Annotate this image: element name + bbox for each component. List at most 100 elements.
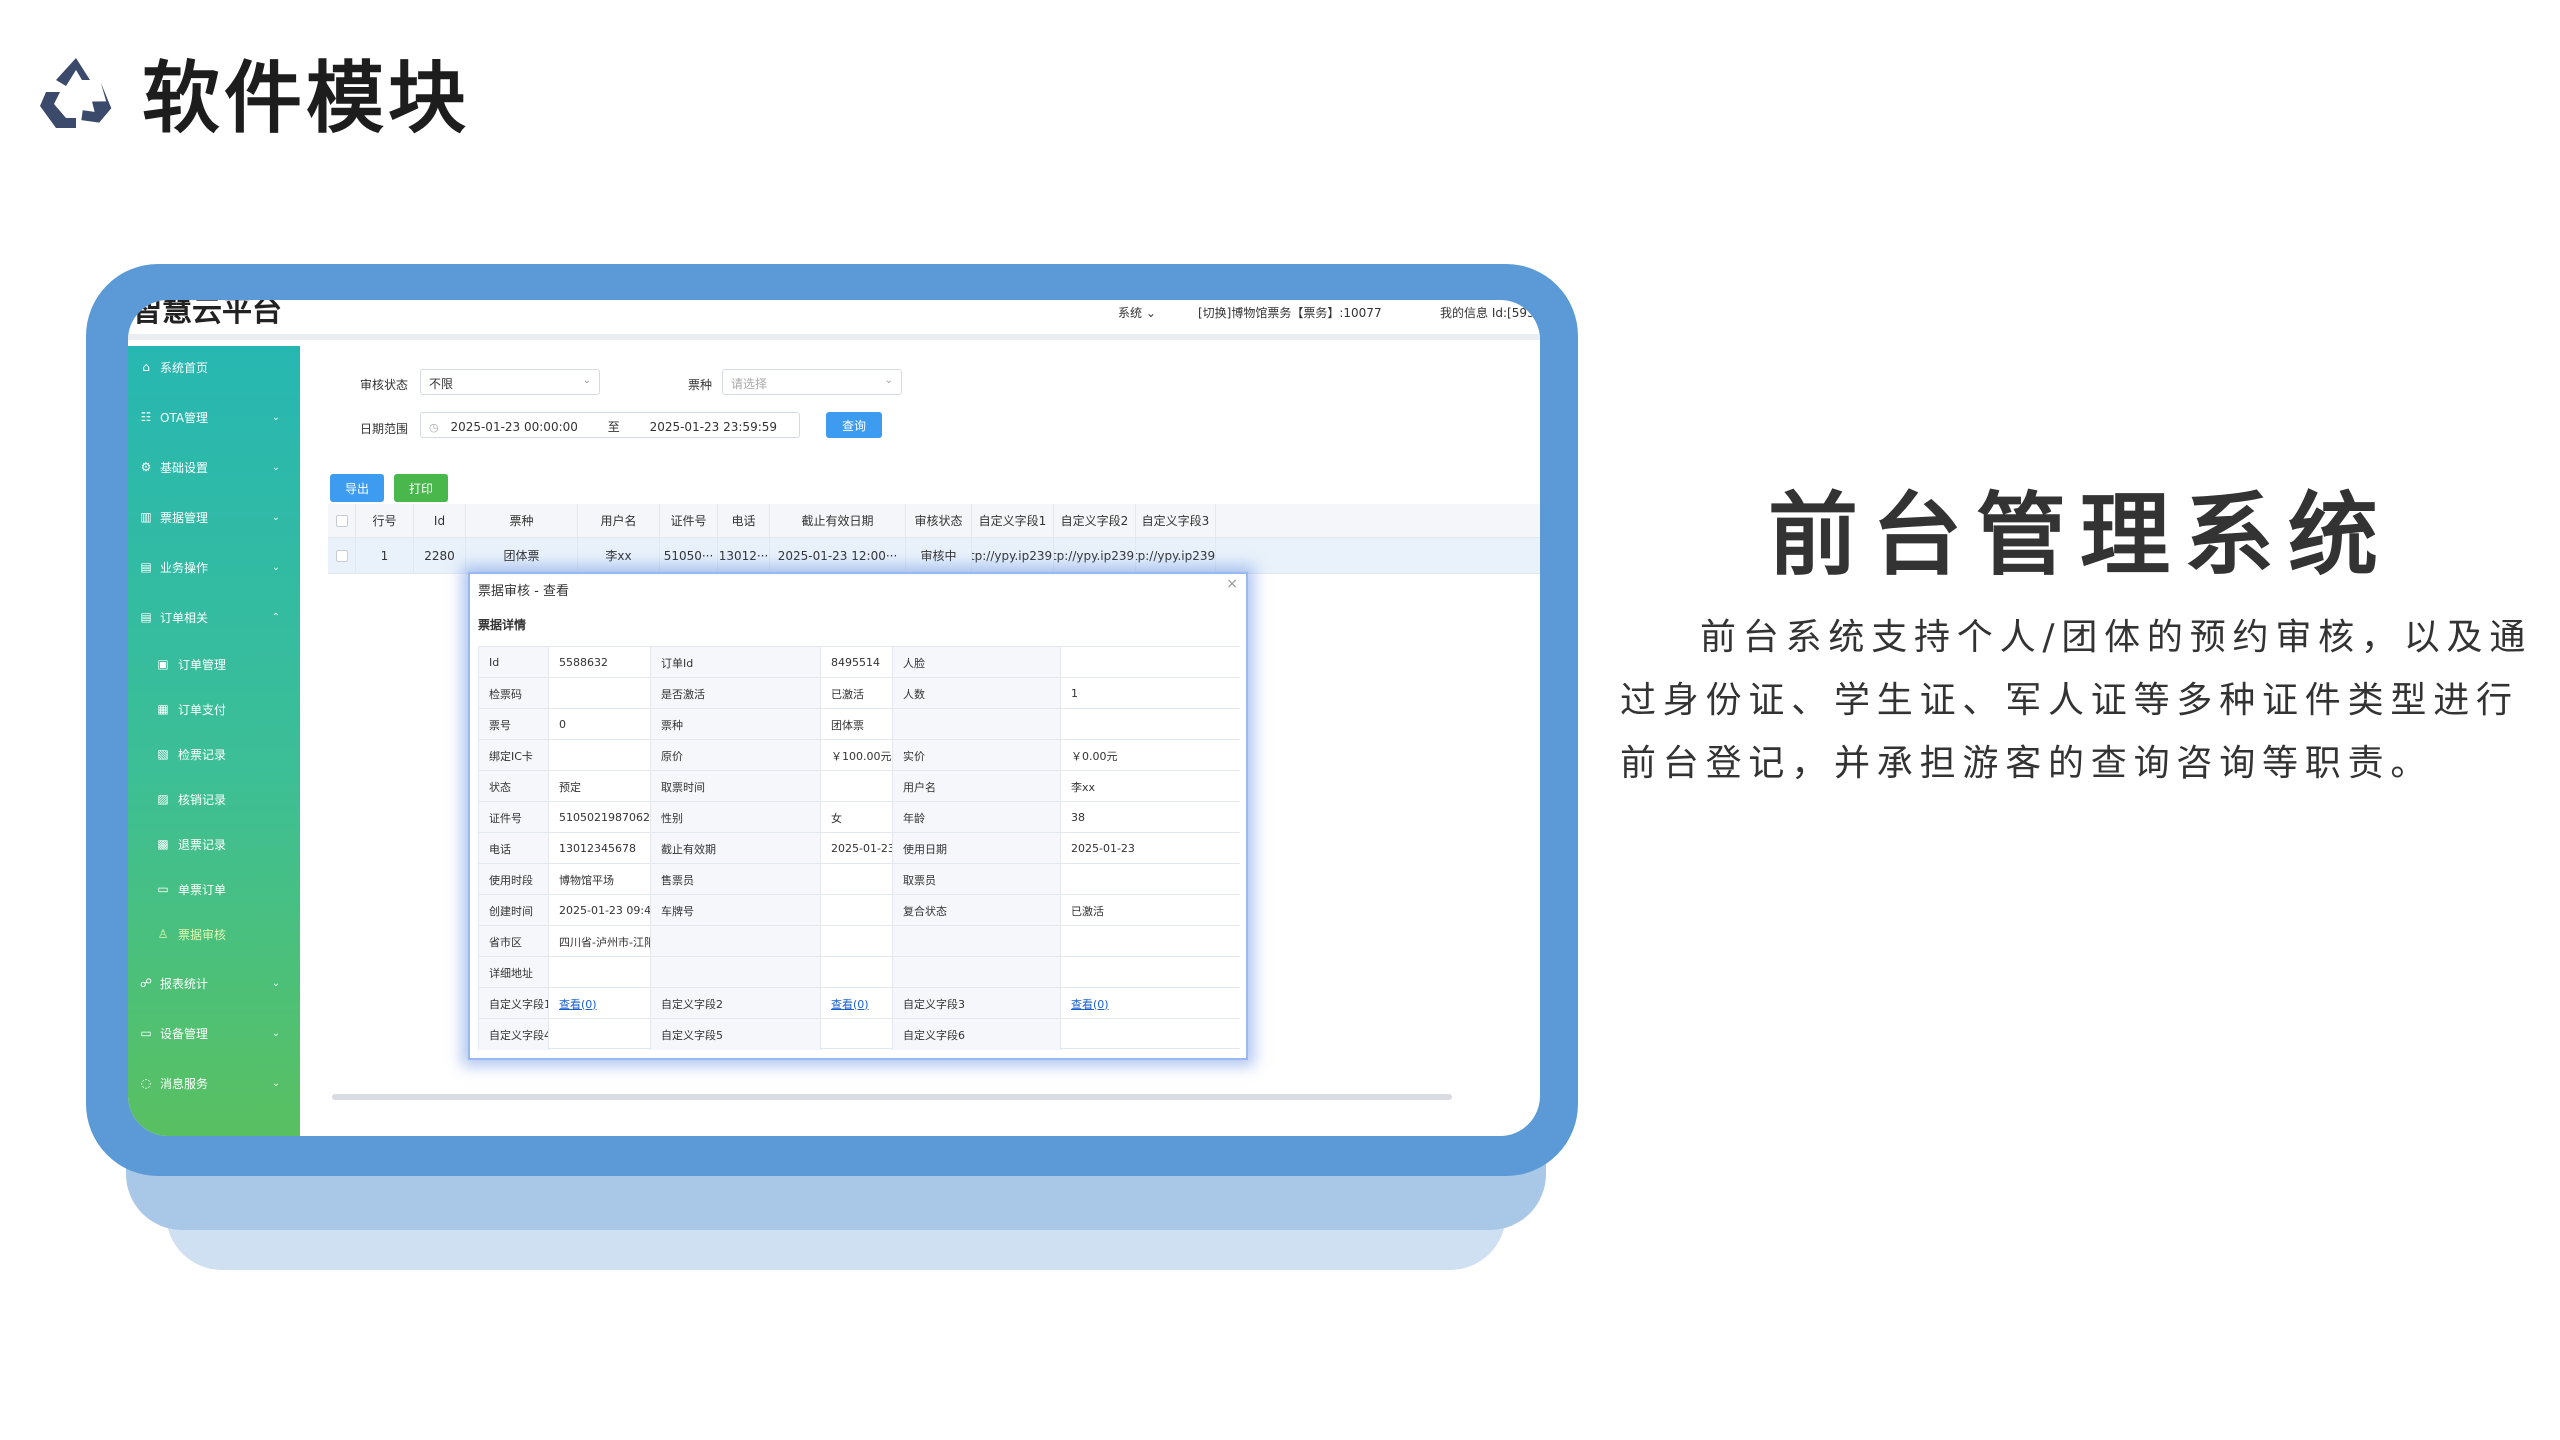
sidebar-subitem[interactable]: ▩ 退票记录	[154, 830, 300, 858]
checkbox[interactable]	[335, 549, 348, 562]
date-range-input[interactable]: ◷ 2025-01-23 00:00:00 至 2025-01-23 23:59…	[420, 412, 800, 438]
column-header[interactable]: Id	[414, 504, 466, 537]
detail-value: 38	[1060, 802, 1240, 833]
column-header[interactable]: 自定义字段1	[972, 504, 1054, 537]
checkbox[interactable]	[335, 514, 348, 527]
sidebar-subitem-label: 检票记录	[178, 747, 227, 762]
chevron-icon: ⌄	[271, 411, 280, 423]
detail-key: 人脸	[892, 647, 1060, 678]
close-icon[interactable]: ×	[1226, 576, 1238, 592]
detail-row: 绑定IC卡 原价 ￥100.00元 实价 ￥0.00元	[478, 739, 1240, 771]
sidebar-item[interactable]: ⌂ 系统首页	[128, 352, 300, 382]
detail-row: 使用时段 博物馆平场 售票员 取票员	[478, 863, 1240, 895]
sidebar-subitem[interactable]: ▦ 订单支付	[154, 695, 300, 723]
my-info-link[interactable]: 我的信息 Id:[593	[1440, 304, 1535, 321]
horizontal-scrollbar[interactable]	[332, 1094, 1452, 1100]
chevron-icon: ⌄	[271, 977, 280, 989]
detail-value[interactable]: 查看(0)	[548, 988, 650, 1019]
column-header[interactable]: 自定义字段2	[1054, 504, 1136, 537]
table-row[interactable]: 1 2280 团体票 李xx 51050··· 13012··· 2025-01-23 12…	[328, 538, 1540, 574]
query-button[interactable]: 查询	[826, 412, 882, 438]
detail-row: 状态 预定 取票时间 用户名 李xx	[478, 770, 1240, 802]
detail-value	[548, 1019, 650, 1050]
detail-value: 510502198706240441	[548, 802, 650, 833]
date-separator: 至	[607, 420, 620, 434]
detail-key: 用户名	[892, 771, 1060, 802]
sidebar-subitem-label: 核销记录	[178, 792, 227, 807]
app-screenshot: 智慧云平台 系统 ⌄ [切换]博物馆票务【票务】:10077 我的信息 Id:[…	[128, 300, 1540, 1136]
sidebar-item[interactable]: ▥ 票据管理 ⌄	[128, 502, 300, 532]
sidebar-item[interactable]: ◌ 消息服务 ⌄	[128, 1068, 300, 1098]
column-header[interactable]: 用户名	[578, 504, 660, 537]
sidebar-item[interactable]: ▭ 设备管理 ⌄	[128, 1018, 300, 1048]
sidebar-item-label: 订单相关	[160, 610, 209, 625]
sidebar-subitem[interactable]: ▣ 订单管理	[154, 650, 300, 678]
sidebar-subitem[interactable]: ♙ 票据审核	[154, 920, 300, 948]
table-cell: 1	[356, 538, 414, 573]
system-menu[interactable]: 系统 ⌄	[1118, 304, 1156, 321]
column-header[interactable]: 票种	[466, 504, 578, 537]
detail-value	[1060, 926, 1240, 957]
table-cell: 2025-01-23 12:00···	[770, 538, 906, 573]
sidebar-item-label: 票据管理	[160, 510, 209, 525]
column-header[interactable]: 截止有效日期	[770, 504, 906, 537]
detail-value	[548, 957, 650, 988]
column-header[interactable]: 证件号	[660, 504, 718, 537]
detail-value: ￥0.00元	[1060, 740, 1240, 771]
detail-row: 自定义字段4 自定义字段5 自定义字段6	[478, 1018, 1240, 1050]
type-select[interactable]: 请选择 ⌄	[722, 369, 902, 395]
print-button[interactable]: 打印	[394, 474, 448, 502]
table-cell: 2280	[414, 538, 466, 573]
sidebar-item[interactable]: ⚙ 基础设置 ⌄	[128, 452, 300, 482]
system-menu-label: 系统	[1118, 306, 1143, 320]
detail-key: 票种	[650, 709, 820, 740]
column-header[interactable]: 自定义字段3	[1136, 504, 1216, 537]
chevron-icon: ⌃	[271, 611, 280, 623]
export-button[interactable]: 导出	[330, 474, 384, 502]
detail-key: 自定义字段5	[650, 1019, 820, 1050]
detail-key	[892, 957, 1060, 988]
sidebar-item-label: OTA管理	[160, 410, 209, 425]
detail-row: Id 5588632 订单Id 8495514 人脸	[478, 646, 1240, 678]
sidebar-item[interactable]: ☍ 报表统计 ⌄	[128, 968, 300, 998]
select-all-checkbox[interactable]	[328, 504, 356, 537]
detail-value[interactable]: 查看(0)	[820, 988, 892, 1019]
detail-key: 自定义字段3	[892, 988, 1060, 1019]
detail-key	[892, 926, 1060, 957]
detail-key: 实价	[892, 740, 1060, 771]
sidebar-subitem[interactable]: ▭ 单票订单	[154, 875, 300, 903]
sidebar-item[interactable]: ▤ 订单相关 ⌃	[128, 602, 300, 632]
sidebar-subitem[interactable]: ▧ 检票记录	[154, 740, 300, 768]
detail-value	[820, 895, 892, 926]
document-icon: ▤	[140, 560, 152, 574]
detail-key: 原价	[650, 740, 820, 771]
sidebar-item-label: 报表统计	[160, 976, 209, 991]
chevron-down-icon: ⌄	[1145, 306, 1156, 320]
table-cell: 13012···	[718, 538, 770, 573]
chevron-down-icon: ⌄	[582, 375, 591, 386]
detail-key: 自定义字段2	[650, 988, 820, 1019]
calendar-icon: ◷	[429, 421, 439, 434]
detail-value[interactable]: 查看(0)	[1060, 988, 1240, 1019]
sidebar-item[interactable]: ☷ OTA管理 ⌄	[128, 402, 300, 432]
column-header[interactable]: 行号	[356, 504, 414, 537]
sidebar-item[interactable]: ▤ 业务操作 ⌄	[128, 552, 300, 582]
column-header[interactable]: 电话	[718, 504, 770, 537]
table-cell: http://ypy.ip239.···	[1136, 538, 1216, 573]
type-select-placeholder: 请选择	[731, 377, 768, 391]
detail-row: 检票码 是否激活 已激活 人数 1	[478, 677, 1240, 709]
row-checkbox[interactable]	[328, 538, 356, 573]
status-select[interactable]: 不限 ⌄	[420, 369, 600, 395]
sidebar-subitem[interactable]: ▨ 核销记录	[154, 785, 300, 813]
switch-account-link[interactable]: [切换]博物馆票务【票务】:10077	[1198, 304, 1382, 321]
detail-key: 票号	[478, 709, 548, 740]
detail-key: 人数	[892, 678, 1060, 709]
sidebar-subitem-label: 票据审核	[178, 927, 227, 942]
detail-row: 票号 0 票种 团体票	[478, 708, 1240, 740]
section-title: 前台管理系统	[1768, 483, 2392, 588]
detail-key: 使用时段	[478, 864, 548, 895]
column-header[interactable]: 审核状态	[906, 504, 972, 537]
detail-key: 取票员	[892, 864, 1060, 895]
detail-key: 车牌号	[650, 895, 820, 926]
detail-value: 1	[1060, 678, 1240, 709]
